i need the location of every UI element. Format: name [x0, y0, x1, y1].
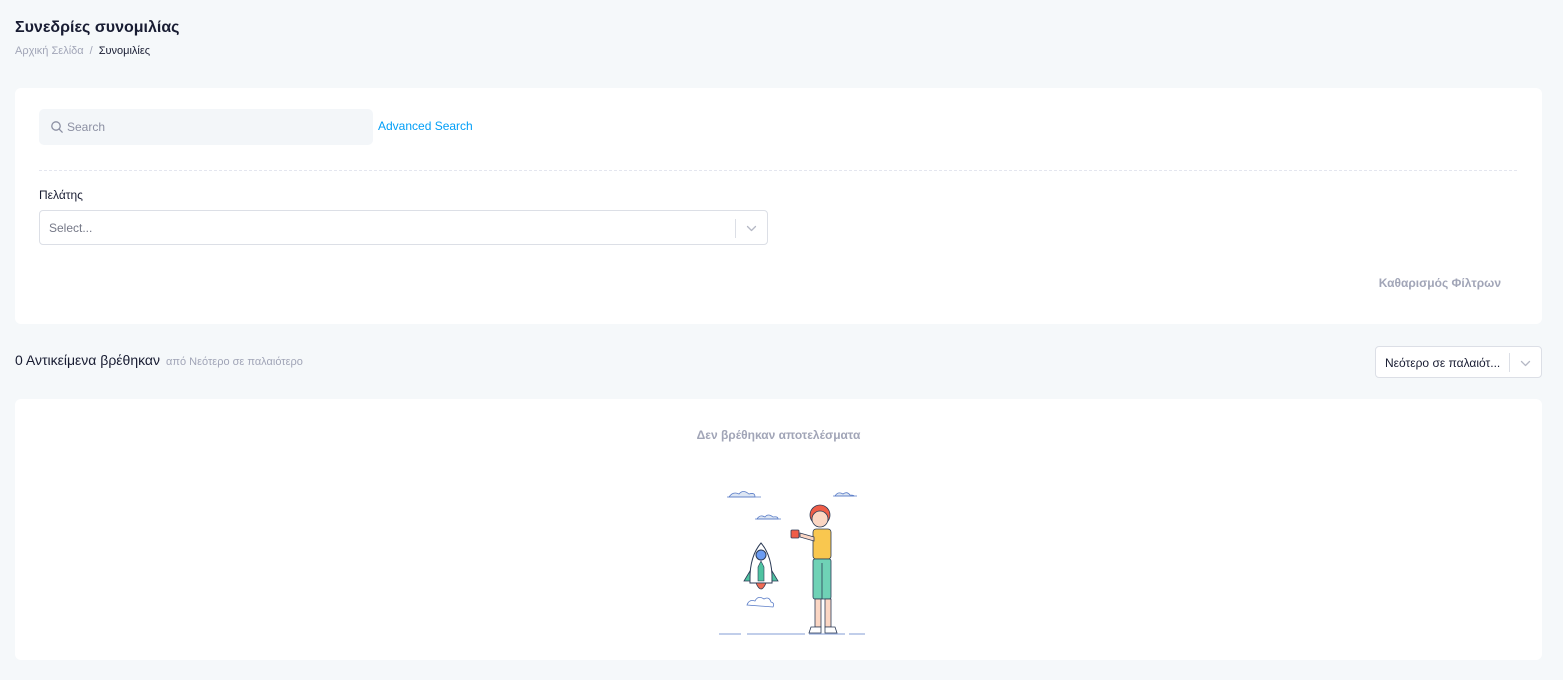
select-separator: [1509, 353, 1510, 372]
search-icon: [51, 121, 63, 133]
breadcrumb-home-link[interactable]: Αρχική Σελίδα: [15, 44, 84, 58]
results-card: Δεν βρέθηκαν αποτελέσματα: [15, 399, 1542, 660]
no-results-message: Δεν βρέθηκαν αποτελέσματα: [696, 428, 861, 442]
filters-card: Advanced Search Πελάτης Select... Καθαρι…: [15, 88, 1542, 324]
results-count: 0 Αντικείμενα βρέθηκαν: [15, 352, 161, 368]
sort-select[interactable]: Νεότερο σε παλαιότ...: [1375, 346, 1542, 378]
rocket-launch-illustration: [719, 491, 865, 635]
sort-select-value: Νεότερο σε παλαιότ...: [1385, 356, 1501, 370]
customer-select[interactable]: Select...: [39, 210, 768, 245]
search-input[interactable]: [67, 110, 357, 144]
chevron-down-icon[interactable]: [1520, 358, 1531, 369]
results-summary: 0 Αντικείμενα βρέθηκαν από Νεότερο σε πα…: [15, 352, 303, 368]
customer-label: Πελάτης: [39, 188, 83, 202]
results-sort-text: από Νεότερο σε παλαιότερο: [166, 356, 303, 368]
breadcrumb-separator: /: [89, 45, 93, 57]
chevron-down-icon[interactable]: [746, 223, 757, 234]
select-separator: [735, 219, 736, 238]
page-header: Συνεδρίες συνομιλίας Αρχική Σελίδα / Συν…: [15, 18, 179, 58]
clear-filters-button[interactable]: Καθαρισμός Φίλτρων: [1379, 276, 1501, 290]
breadcrumb-current: Συνομιλίες: [98, 45, 151, 57]
search-box: [39, 109, 373, 145]
breadcrumb: Αρχική Σελίδα / Συνομιλίες: [15, 44, 179, 58]
filters-divider: [39, 170, 1517, 171]
customer-select-placeholder: Select...: [49, 221, 93, 235]
page-title: Συνεδρίες συνομιλίας: [15, 19, 180, 36]
advanced-search-link[interactable]: Advanced Search: [378, 119, 473, 133]
